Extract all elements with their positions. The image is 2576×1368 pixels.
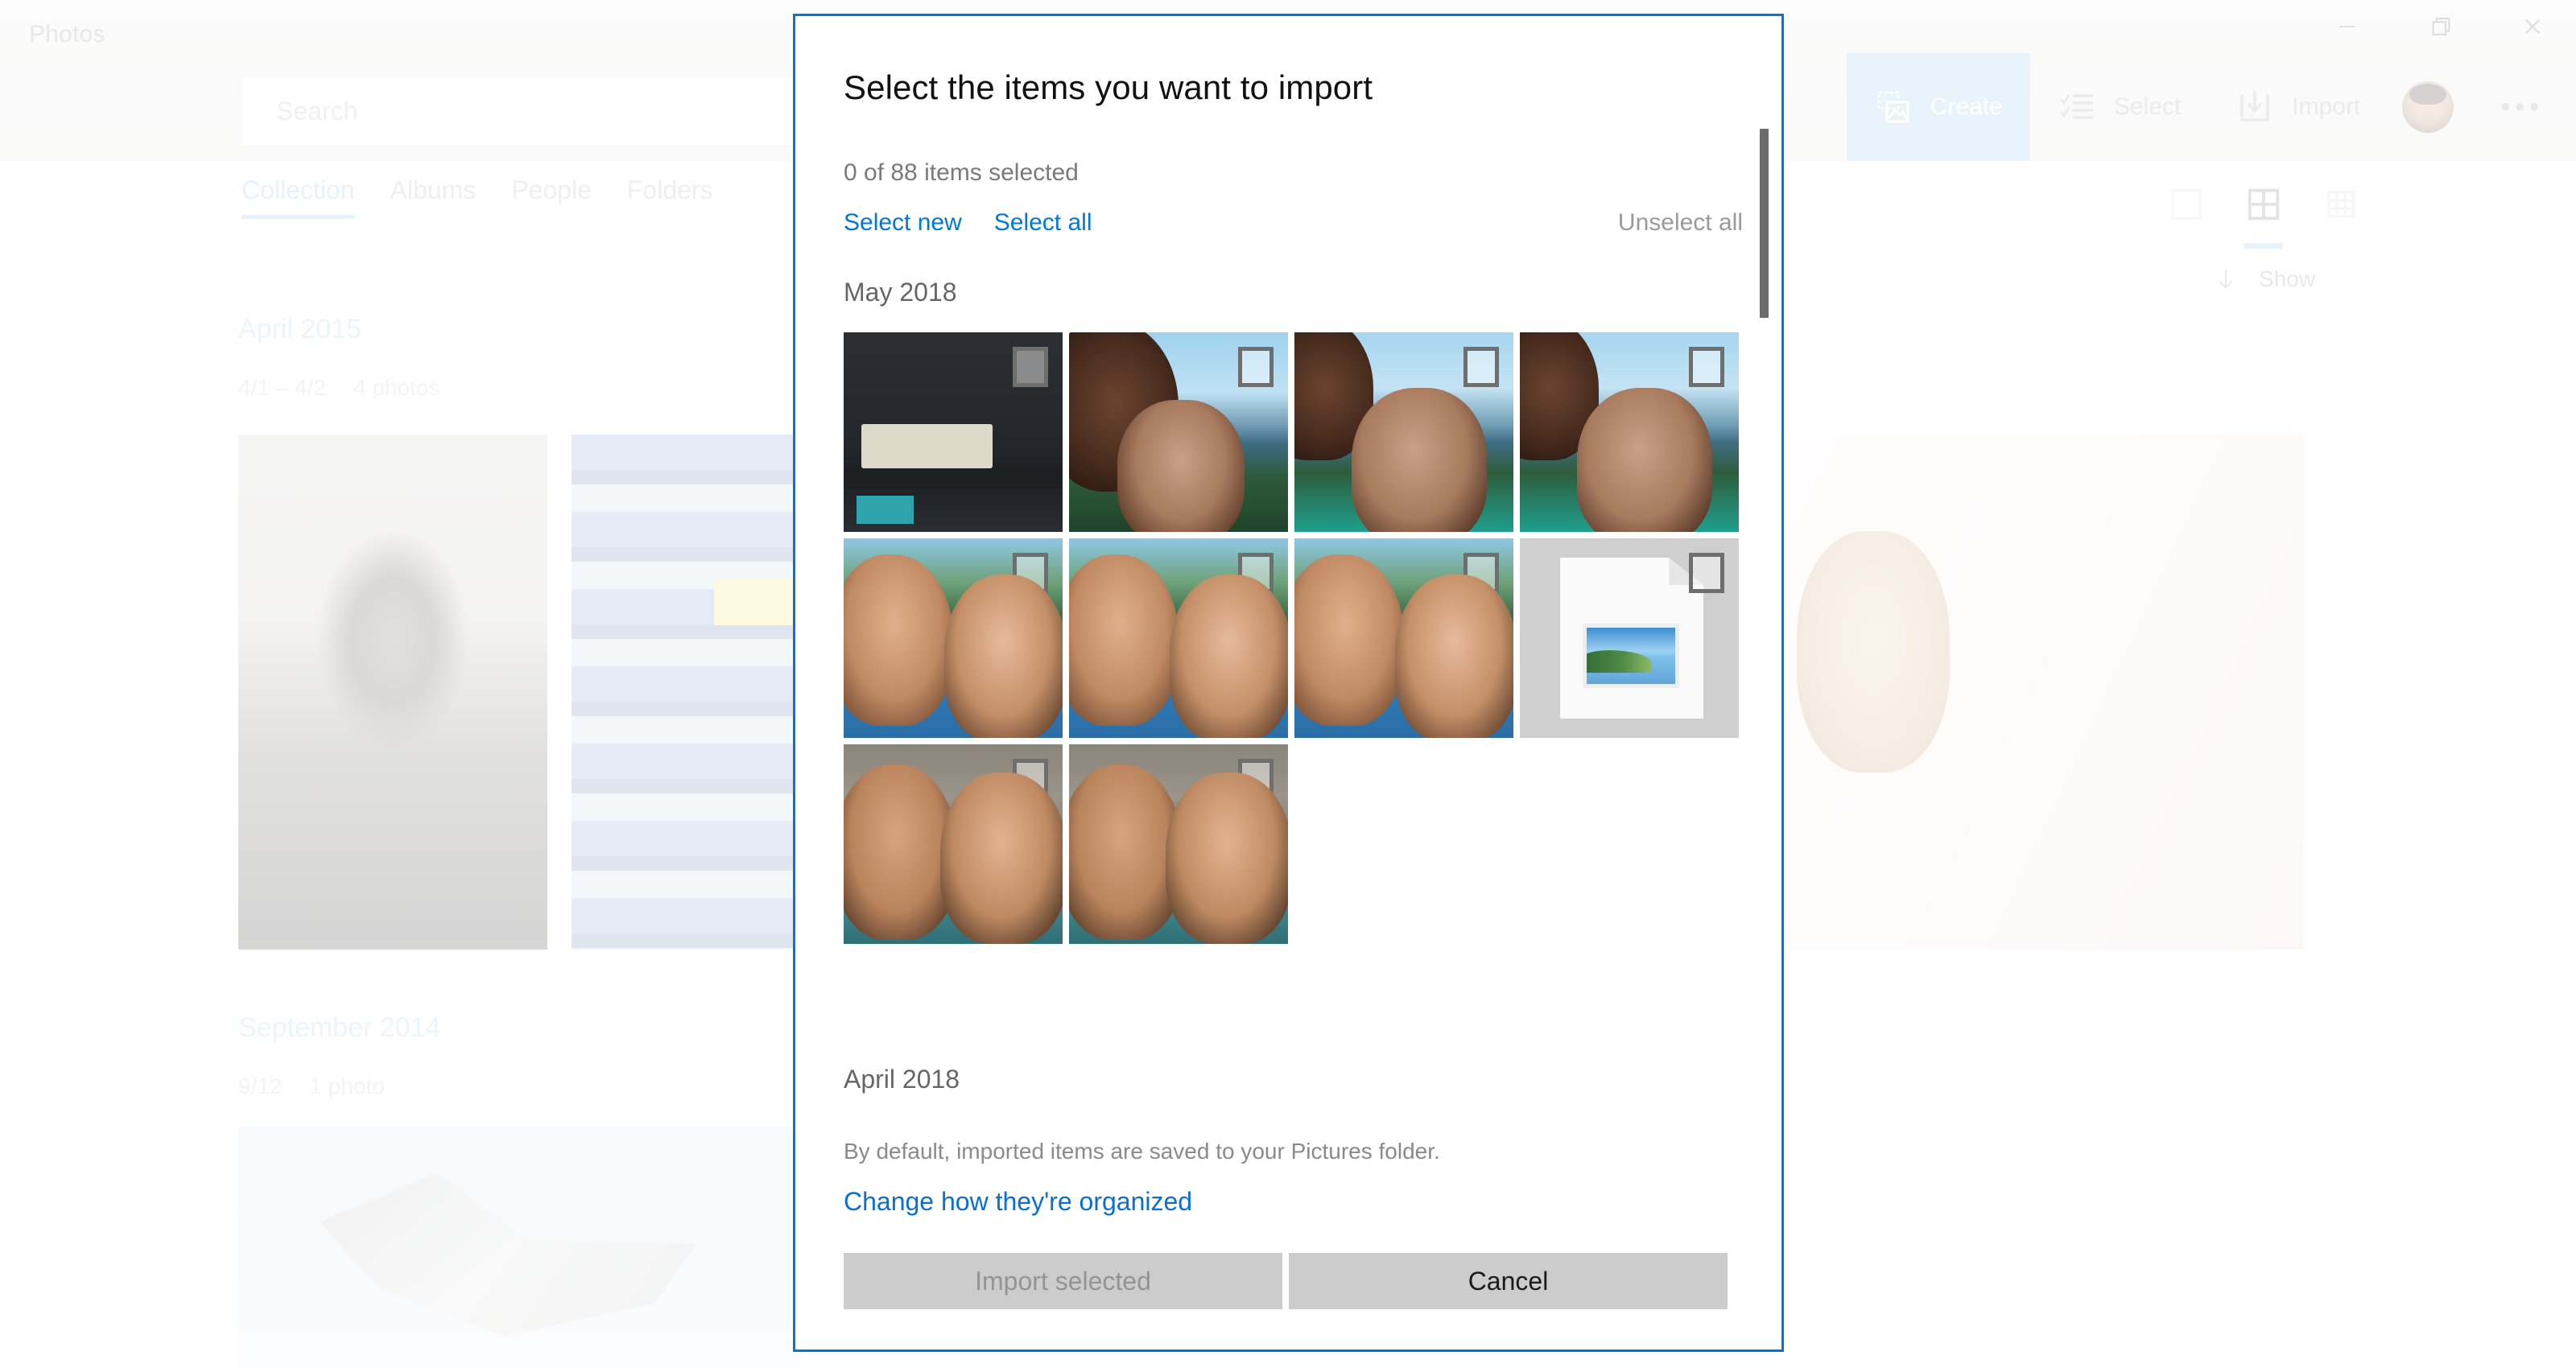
thumbnail-checkbox[interactable]	[1238, 759, 1274, 799]
selected-count-text: 0 of 88 items selected	[844, 159, 1079, 186]
group-subtitle-1: 4/1 – 4/2 4 photos	[238, 375, 440, 401]
thumbnail-checkbox[interactable]	[1238, 553, 1274, 593]
avatar[interactable]	[2402, 81, 2454, 133]
select-all-link[interactable]: Select all	[994, 209, 1092, 237]
single-tile-icon	[2170, 188, 2202, 220]
dialog-selection-actions: Select new Select all Unselect all	[844, 209, 1743, 237]
photo-tile-portrait[interactable]	[238, 435, 547, 950]
month-heading-april-2018: April 2018	[844, 1065, 960, 1094]
select-label: Select	[2113, 93, 2182, 120]
import-selected-button[interactable]: Import selected	[844, 1253, 1282, 1309]
four-tile-grid-icon	[2248, 188, 2280, 220]
minimize-icon	[2339, 26, 2355, 27]
restore-icon	[2432, 18, 2450, 35]
cancel-button[interactable]: Cancel	[1289, 1253, 1728, 1309]
thumbnail-checkbox[interactable]	[1689, 347, 1724, 387]
minimize-button[interactable]	[2310, 0, 2384, 53]
app-title: Photos	[29, 21, 105, 47]
dialog-title: Select the items you want to import	[844, 68, 1373, 106]
import-thumbnail-grid	[844, 332, 1745, 944]
group-subtitle-2: 9/12 1 photo	[238, 1073, 385, 1099]
restore-button[interactable]	[2403, 0, 2477, 53]
select-new-link[interactable]: Select new	[844, 209, 962, 237]
nav-tabs: Collection Albums People Folders	[242, 175, 713, 219]
show-control[interactable]: Show	[2214, 266, 2315, 293]
view-toggle-group	[2165, 183, 2362, 249]
thumbnail-checkbox[interactable]	[1013, 553, 1048, 593]
group-count-2: 1 photo	[309, 1073, 385, 1098]
view-toggle-nine[interactable]	[2320, 183, 2362, 229]
thumbnail-checkbox[interactable]	[1013, 347, 1048, 387]
arrow-down-icon	[2219, 270, 2233, 290]
thumbnail-checkbox[interactable]	[1463, 553, 1499, 593]
photo-tile-cat[interactable]	[1789, 435, 2304, 950]
view-toggle-active-indicator	[2244, 243, 2283, 249]
view-toggle-single[interactable]	[2165, 183, 2207, 229]
month-heading-may-2018: May 2018	[844, 278, 957, 307]
view-toggle-four[interactable]	[2243, 183, 2285, 249]
change-organization-link[interactable]: Change how they're organized	[844, 1187, 1192, 1217]
group-title-1[interactable]: April 2015	[238, 314, 361, 345]
photo-tile-bird[interactable]	[238, 1127, 802, 1368]
tab-albums[interactable]: Albums	[390, 175, 477, 219]
import-icon	[2240, 91, 2269, 122]
dialog-scrollbar[interactable]	[1750, 16, 1777, 1349]
import-thumbnail[interactable]	[844, 538, 1063, 738]
more-options-button[interactable]: •••	[2468, 92, 2576, 123]
close-button[interactable]	[2496, 0, 2570, 53]
import-thumbnail[interactable]	[1294, 332, 1513, 532]
thumbnail-checkbox[interactable]	[1013, 759, 1048, 799]
thumbnail-checkbox[interactable]	[1463, 347, 1499, 387]
thumbnail-checkbox[interactable]	[1689, 553, 1724, 593]
import-thumbnail[interactable]	[844, 332, 1063, 532]
group-title-2[interactable]: September 2014	[238, 1012, 440, 1044]
show-label: Show	[2259, 266, 2316, 291]
import-thumbnail[interactable]	[1520, 332, 1739, 532]
generic-image-file-icon	[1560, 558, 1703, 719]
group-date-range-2: 9/12	[238, 1073, 283, 1098]
dialog-button-row: Import selected Cancel	[844, 1253, 1728, 1309]
tab-folders[interactable]: Folders	[627, 175, 713, 219]
tab-people[interactable]: People	[511, 175, 592, 219]
app-toolbar: Create Select Import •••	[1846, 53, 2576, 161]
thumbnail-checkbox[interactable]	[1238, 347, 1274, 387]
select-button[interactable]: Select	[2030, 53, 2208, 161]
unselect-all-link[interactable]: Unselect all	[1618, 209, 1743, 237]
import-thumbnail[interactable]	[844, 744, 1063, 944]
group-date-range-1: 4/1 – 4/2	[238, 375, 326, 400]
create-label: Create	[1930, 93, 2003, 120]
import-footnote: By default, imported items are saved to …	[844, 1139, 1440, 1164]
import-label: Import	[2292, 93, 2361, 120]
group-count-1: 4 photos	[353, 375, 440, 400]
import-button[interactable]: Import	[2208, 53, 2388, 161]
tab-collection[interactable]: Collection	[242, 175, 355, 219]
create-button[interactable]: Create	[1846, 53, 2030, 161]
create-icon	[1877, 91, 1909, 123]
select-icon	[2059, 94, 2093, 119]
nine-tile-grid-icon	[2327, 191, 2355, 218]
image-preview-icon	[1583, 624, 1679, 688]
close-icon	[2524, 19, 2541, 35]
import-thumbnail[interactable]	[1069, 744, 1288, 944]
import-thumbnail[interactable]	[1294, 538, 1513, 738]
import-thumbnail-placeholder[interactable]	[1520, 538, 1739, 738]
import-thumbnail[interactable]	[1069, 538, 1288, 738]
import-thumbnail[interactable]	[1069, 332, 1288, 532]
import-dialog: Select the items you want to import 0 of…	[793, 14, 1784, 1352]
dialog-scrollbar-thumb[interactable]	[1760, 129, 1769, 318]
